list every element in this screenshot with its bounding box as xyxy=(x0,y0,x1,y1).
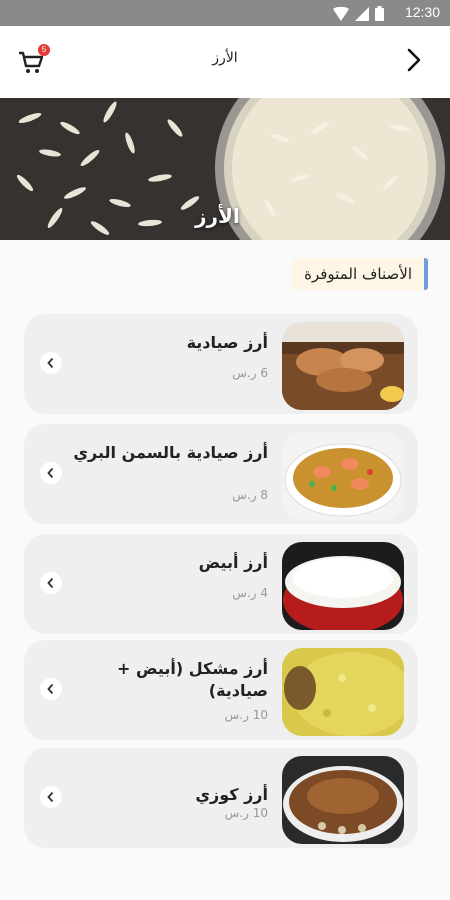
open-item-button[interactable] xyxy=(40,462,62,484)
menu-item-card[interactable]: أرز أبيض 4 ر.س xyxy=(24,534,418,634)
category-banner: الأرز xyxy=(0,98,450,240)
chevron-left-icon xyxy=(47,791,54,803)
item-name: أرز صيادية بالسمن البري xyxy=(73,443,268,462)
status-icons xyxy=(333,6,384,21)
open-item-button[interactable] xyxy=(40,572,62,594)
section-title: الأصناف المتوفرة xyxy=(292,258,428,290)
item-price: 8 ر.س xyxy=(232,488,268,502)
chevron-left-icon xyxy=(47,357,54,369)
chevron-left-icon xyxy=(47,577,54,589)
signal-icon xyxy=(355,6,369,21)
item-name: أرز كوزي xyxy=(195,785,268,804)
battery-icon xyxy=(375,6,384,21)
open-item-button[interactable] xyxy=(40,786,62,808)
open-item-button[interactable] xyxy=(40,678,62,700)
banner-title: الأرز xyxy=(195,204,240,228)
menu-item-card[interactable]: أرز صيادية بالسمن البري 8 ر.س xyxy=(24,424,418,524)
item-name: أرز مشكل (أبيض + صيادية) xyxy=(117,659,268,700)
menu-item-card[interactable]: أرز صيادية 6 ر.س xyxy=(24,314,418,414)
item-name: أرز صيادية xyxy=(186,333,268,352)
item-image xyxy=(282,322,404,410)
chevron-left-icon xyxy=(47,467,54,479)
wifi-icon xyxy=(333,6,349,21)
open-item-button[interactable] xyxy=(40,352,62,374)
item-price: 4 ر.س xyxy=(232,586,268,600)
item-image xyxy=(282,648,404,736)
item-image xyxy=(282,542,404,630)
chevron-right-icon xyxy=(407,48,421,72)
item-price: 6 ر.س xyxy=(232,366,268,380)
item-price: 10 ر.س xyxy=(224,806,268,820)
item-image xyxy=(282,432,404,520)
app-bar: 5 الأرز xyxy=(0,26,450,98)
status-time: 12:30 xyxy=(404,4,440,20)
menu-item-card[interactable]: أرز مشكل (أبيض + صيادية) 10 ر.س xyxy=(24,640,418,740)
page-title: الأرز xyxy=(212,50,238,66)
item-name: أرز أبيض xyxy=(198,553,268,572)
status-bar: 12:30 xyxy=(0,0,450,26)
chevron-left-icon xyxy=(47,683,54,695)
back-button[interactable] xyxy=(402,46,426,74)
item-image xyxy=(282,756,404,844)
menu-item-card[interactable]: أرز كوزي 10 ر.س xyxy=(24,748,418,848)
item-price: 10 ر.س xyxy=(224,708,268,722)
